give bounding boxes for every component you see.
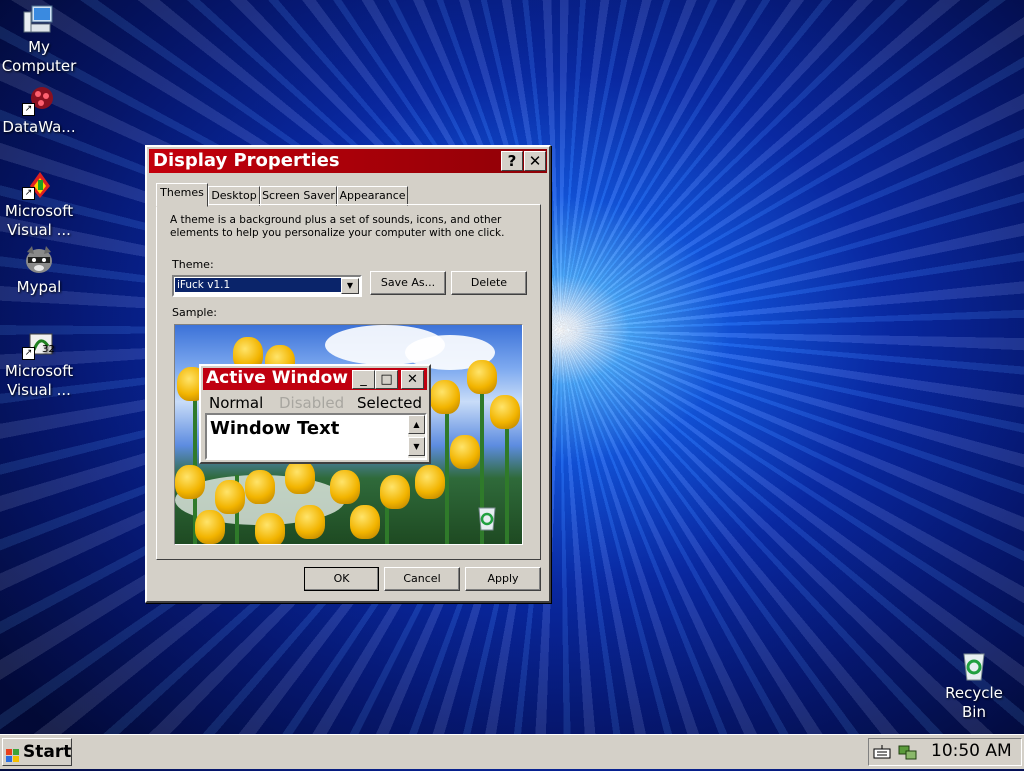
tulip-flower [350, 505, 380, 539]
recycle-bin-icon [475, 505, 499, 531]
raccoon-icon [22, 244, 56, 276]
desktop-icon-mypal[interactable]: Mypal [0, 244, 78, 297]
desktop-icon-label: Microsoft Visual ... [4, 362, 74, 399]
tulip-flower [215, 480, 245, 514]
desktop-icon-datawa[interactable]: ↗ DataWa... [0, 84, 78, 137]
tulip-flower [415, 465, 445, 499]
windows-flag-icon [6, 745, 20, 762]
sample-label: Sample: [172, 306, 217, 319]
computer-icon [22, 4, 56, 36]
svg-text:32: 32 [42, 344, 55, 355]
desktop-icon-label: DataWa... [2, 118, 76, 136]
tulip-flower [380, 475, 410, 509]
sample-titlebar: Active Window _ □ ✕ [203, 368, 427, 390]
keyboard-icon[interactable] [873, 744, 891, 764]
themes-panel: A theme is a background plus a set of so… [156, 204, 541, 560]
tulip-flower [175, 465, 205, 499]
start-label: Start [23, 742, 72, 762]
sample-menu-normal: Normal [209, 394, 264, 412]
tab-themes[interactable]: Themes [156, 183, 208, 207]
tab-desktop[interactable]: Desktop [208, 186, 260, 206]
tulip-flower [490, 395, 520, 429]
desktop-icon-label: Recycle Bin [945, 684, 1003, 721]
sample-text-area: Window Text ▲ ▼ [205, 413, 427, 460]
sample-window-text: Window Text [210, 418, 340, 439]
system-tray: 10:50 AM [868, 738, 1022, 766]
close-icon: ✕ [401, 370, 424, 389]
recycle-bin-icon [957, 650, 991, 682]
sample-active-window: Active Window _ □ ✕ Normal Disabled Sele… [199, 364, 431, 464]
tulip-flower [195, 510, 225, 544]
visual-studio-icon: ↗ [22, 168, 56, 200]
save-as-button[interactable]: Save As... [370, 271, 446, 295]
theme-sample-preview: Active Window _ □ ✕ Normal Disabled Sele… [174, 324, 523, 545]
minimize-icon: _ [352, 370, 375, 389]
cancel-button[interactable]: Cancel [384, 567, 460, 591]
tulip-flower [245, 470, 275, 504]
taskbar-clock[interactable]: 10:50 AM [931, 741, 1012, 761]
sample-window-title: Active Window [206, 368, 348, 388]
dialog-title: Display Properties [153, 150, 340, 171]
theme-description: A theme is a background plus a set of so… [170, 214, 505, 239]
theme-label: Theme: [172, 258, 214, 271]
ok-button[interactable]: OK [304, 567, 379, 591]
tulip-flower [450, 435, 480, 469]
desktop-icon-visual-foxpro[interactable]: 32 ↗ Microsoft Visual ... [0, 328, 78, 400]
shortcut-arrow-icon: ↗ [22, 347, 35, 360]
tab-appearance[interactable]: Appearance [337, 186, 408, 206]
desktop-icon-visual-studio[interactable]: ↗ Microsoft Visual ... [0, 168, 78, 240]
tulip-flower [467, 360, 497, 394]
tulip-stem [505, 425, 509, 544]
desktop-icon-my-computer[interactable]: My Computer [0, 4, 78, 76]
datawarehouse-icon: ↗ [22, 84, 56, 116]
tulip-flower [430, 380, 460, 414]
close-button[interactable]: ✕ [524, 151, 546, 171]
tab-screen-saver[interactable]: Screen Saver [260, 186, 337, 206]
sample-scrollbar: ▲ ▼ [408, 415, 425, 458]
sample-menu-disabled: Disabled [279, 394, 345, 412]
tulip-flower [330, 470, 360, 504]
tulip-flower [255, 513, 285, 544]
desktop-icon-label: My Computer [1, 38, 77, 75]
tulip-stem [445, 395, 449, 544]
desktop-icon-recycle-bin[interactable]: Recycle Bin [935, 650, 1013, 722]
sample-menu-selected: Selected [357, 394, 423, 412]
visual-foxpro-icon: 32 ↗ [22, 328, 56, 360]
tulip-flower [295, 505, 325, 539]
delete-button[interactable]: Delete [451, 271, 527, 295]
apply-button[interactable]: Apply [465, 567, 541, 591]
desktop-icon-label: Microsoft Visual ... [4, 202, 74, 239]
tulip-flower [285, 460, 315, 494]
theme-select[interactable]: iFuck v1.1 ▼ [172, 275, 362, 297]
maximize-icon: □ [375, 370, 398, 389]
theme-select-value: iFuck v1.1 [175, 278, 341, 292]
chevron-down-icon[interactable]: ▼ [341, 278, 359, 294]
dialog-titlebar[interactable]: Display Properties ? ✕ [149, 149, 547, 173]
network-icon[interactable] [897, 742, 919, 766]
scroll-down-icon: ▼ [408, 437, 425, 456]
shortcut-arrow-icon: ↗ [22, 187, 35, 200]
help-button[interactable]: ? [501, 151, 523, 171]
display-properties-dialog: Display Properties ? ✕ Themes Desktop Sc… [145, 145, 551, 603]
taskbar: Start 10:50 AM [0, 734, 1024, 769]
shortcut-arrow-icon: ↗ [22, 103, 35, 116]
start-button[interactable]: Start [2, 738, 72, 766]
scroll-up-icon: ▲ [408, 415, 425, 434]
desktop-icon-label: Mypal [16, 278, 62, 296]
